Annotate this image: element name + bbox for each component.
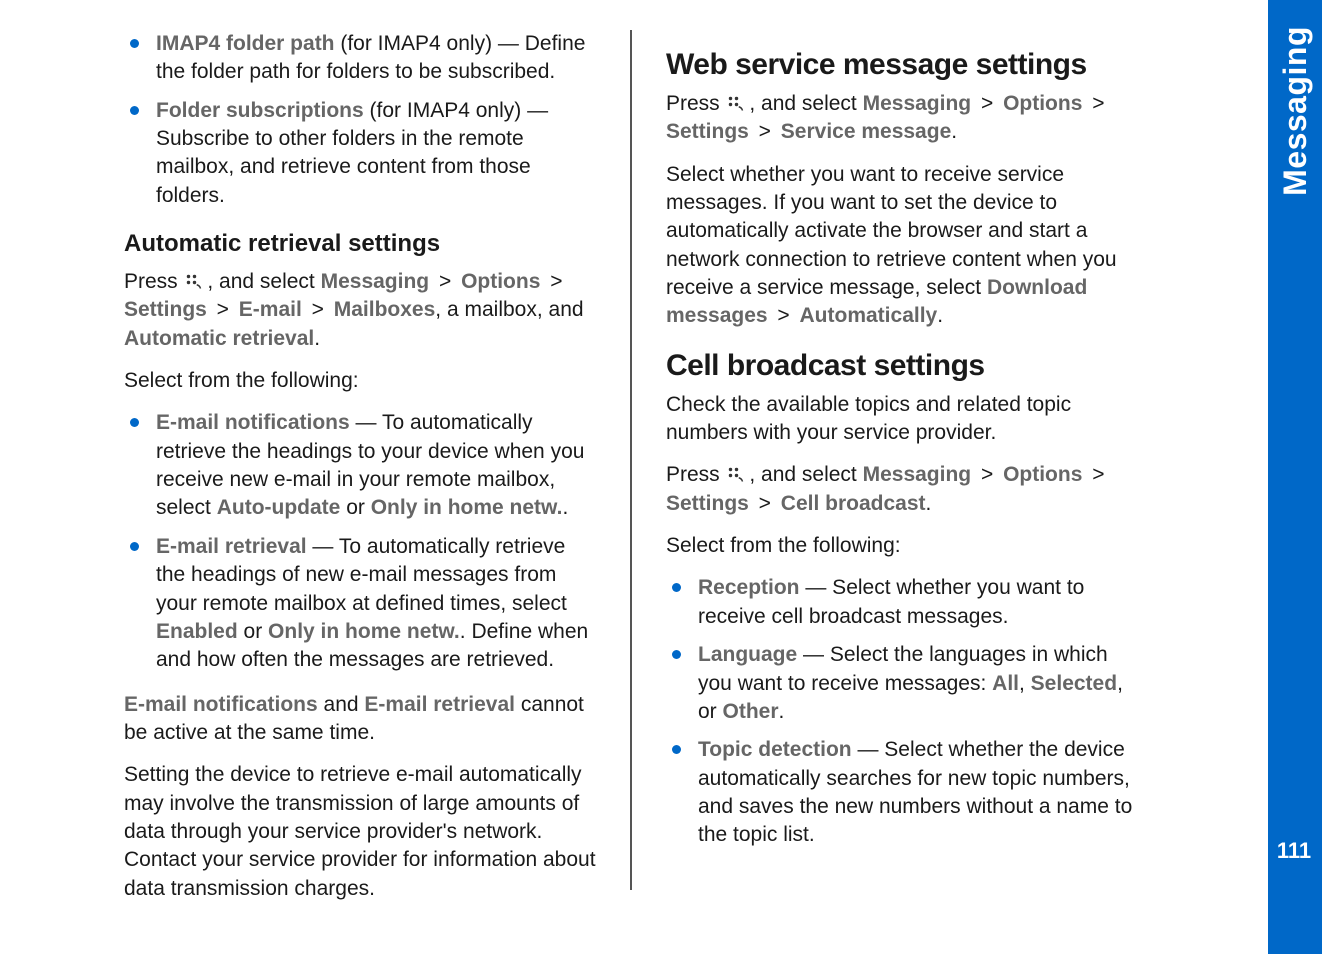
cell-broadcast-intro: Check the available topics and related t…	[666, 391, 1138, 448]
cell-broadcast-heading: Cell broadcast settings	[666, 349, 1138, 383]
term: Folder subscriptions	[156, 99, 364, 122]
list-item: Folder subscriptions (for IMAP4 only) — …	[124, 97, 596, 210]
nav-step: Options	[461, 270, 540, 293]
separator: >	[768, 304, 800, 327]
service-message-paragraph: Select whether you want to receive servi…	[666, 161, 1138, 331]
nav-step: Automatic retrieval	[124, 327, 314, 350]
separator: >	[429, 270, 461, 293]
select-from: Select from the following:	[124, 367, 596, 395]
term: E-mail retrieval	[364, 693, 515, 716]
term: E-mail notifications	[124, 693, 318, 716]
nav-step: Cell broadcast	[781, 492, 926, 515]
text: or	[238, 620, 268, 643]
text: .	[314, 327, 320, 350]
separator: >	[971, 92, 1003, 115]
text: , and select	[749, 463, 862, 486]
text: and	[318, 693, 365, 716]
retrieval-settings-list-2: E-mail notifications — To automatically …	[124, 409, 596, 674]
option: Auto-update	[217, 496, 341, 519]
menu-key-icon	[184, 270, 202, 288]
option: Other	[723, 700, 779, 723]
separator: >	[540, 270, 566, 293]
nav-step: Service message	[781, 120, 951, 143]
term: E-mail notifications	[156, 411, 350, 434]
menu-key-icon	[726, 92, 744, 110]
page-number: 111	[1274, 838, 1314, 864]
right-column: Web service message settings Press , and…	[642, 30, 1162, 890]
text: or	[340, 496, 370, 519]
list-item: E-mail retrieval — To automatically retr…	[124, 533, 596, 675]
text: ,	[1019, 672, 1031, 695]
separator: >	[1082, 463, 1108, 486]
nav-step: Messaging	[863, 92, 972, 115]
list-item: Topic detection — Select whether the dev…	[666, 736, 1138, 849]
text: .	[951, 120, 957, 143]
text: .	[562, 496, 568, 519]
separator: >	[749, 120, 781, 143]
press-instruction-3: Press , and select Messaging > Options >…	[666, 461, 1138, 518]
separator: >	[749, 492, 781, 515]
select-from: Select from the following:	[666, 532, 1138, 560]
section-title: Messaging	[1277, 26, 1314, 196]
press-instruction-1: Press , and select Messaging > Options >…	[124, 268, 596, 353]
option: Only in home netw.	[268, 620, 460, 643]
separator: >	[302, 298, 334, 321]
sidebar: Messaging	[1268, 0, 1322, 954]
list-item: Reception — Select whether you want to r…	[666, 574, 1138, 631]
web-service-heading: Web service message settings	[666, 48, 1138, 82]
columns: IMAP4 folder path (for IMAP4 only) — Def…	[100, 30, 1262, 890]
nav-step: Settings	[666, 492, 749, 515]
separator: >	[971, 463, 1003, 486]
nav-step: E-mail	[239, 298, 302, 321]
separator: >	[1082, 92, 1108, 115]
text: , and select	[207, 270, 320, 293]
nav-step: Settings	[124, 298, 207, 321]
option: All	[992, 672, 1019, 695]
text: , a mailbox, and	[435, 298, 583, 321]
nav-step: Messaging	[863, 463, 972, 486]
nav-step: Settings	[666, 120, 749, 143]
text: .	[779, 700, 785, 723]
nav-step: Mailboxes	[334, 298, 436, 321]
term: Reception	[698, 576, 800, 599]
retrieval-settings-list-1: IMAP4 folder path (for IMAP4 only) — Def…	[124, 30, 596, 210]
option: Automatically	[800, 304, 938, 327]
text: , and select	[749, 92, 862, 115]
term: IMAP4 folder path	[156, 32, 335, 55]
data-charges-paragraph: Setting the device to retrieve e-mail au…	[124, 761, 596, 903]
press-instruction-2: Press , and select Messaging > Options >…	[666, 90, 1138, 147]
nav-step: Options	[1003, 92, 1082, 115]
cell-broadcast-list: Reception — Select whether you want to r…	[666, 574, 1138, 849]
list-item: E-mail notifications — To automatically …	[124, 409, 596, 522]
option: Only in home netw.	[371, 496, 563, 519]
nav-step: Messaging	[321, 270, 430, 293]
term: Topic detection	[698, 738, 852, 761]
text: Press	[666, 92, 726, 115]
option: Selected	[1031, 672, 1117, 695]
text: .	[937, 304, 943, 327]
text: Press	[124, 270, 184, 293]
option: Enabled	[156, 620, 238, 643]
text: .	[926, 492, 932, 515]
note-paragraph: E-mail notifications and E-mail retrieva…	[124, 691, 596, 748]
separator: >	[207, 298, 239, 321]
list-item: Language — Select the languages in which…	[666, 641, 1138, 726]
menu-key-icon	[726, 463, 744, 481]
automatic-retrieval-heading: Automatic retrieval settings	[124, 230, 596, 258]
column-divider	[630, 30, 632, 890]
text: Press	[666, 463, 726, 486]
term: E-mail retrieval	[156, 535, 307, 558]
term: Language	[698, 643, 797, 666]
nav-step: Options	[1003, 463, 1082, 486]
manual-page: IMAP4 folder path (for IMAP4 only) — Def…	[0, 0, 1322, 954]
left-column: IMAP4 folder path (for IMAP4 only) — Def…	[100, 30, 620, 890]
list-item: IMAP4 folder path (for IMAP4 only) — Def…	[124, 30, 596, 87]
